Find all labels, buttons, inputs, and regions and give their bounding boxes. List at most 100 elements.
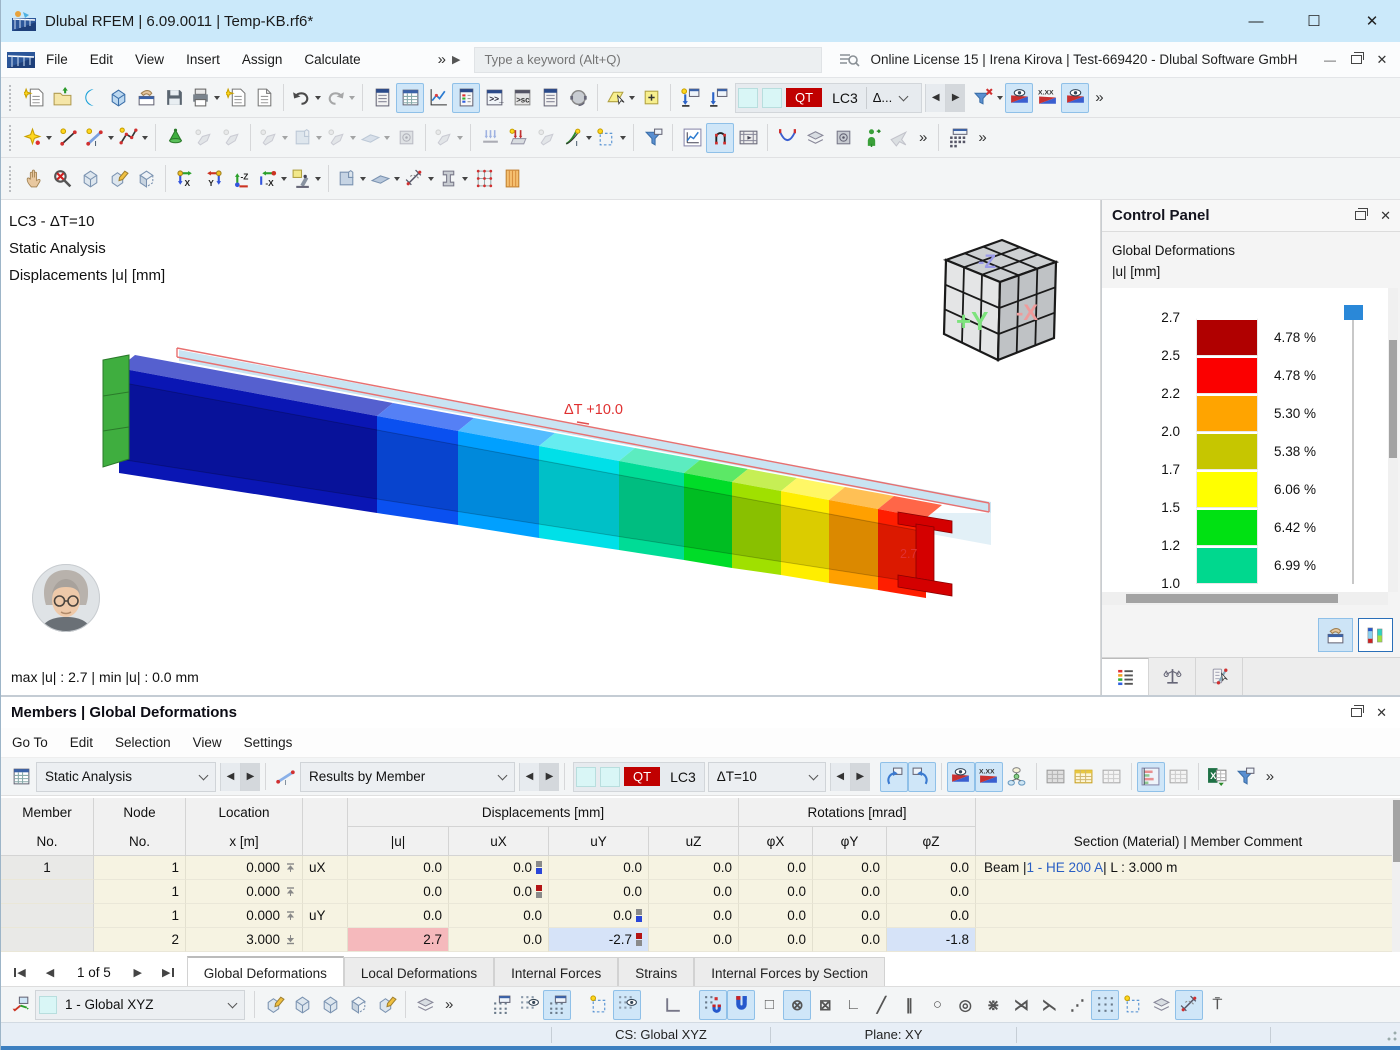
cell-member[interactable]	[1, 880, 94, 904]
new-imperfection-button[interactable]	[560, 123, 594, 153]
isometric-view-button[interactable]	[76, 164, 104, 194]
analysis-type-selector[interactable]: Static Analysis	[36, 762, 216, 792]
header-ux[interactable]: uX	[449, 827, 549, 856]
result-diagram-button[interactable]	[678, 123, 706, 153]
snap-midpoint-button[interactable]: ⋇	[979, 990, 1007, 1020]
result-next-button[interactable]: ▶	[539, 763, 559, 791]
menu-insert[interactable]: Insert	[175, 43, 231, 77]
new-member-hinge-button[interactable]	[217, 123, 245, 153]
pan-view-button[interactable]	[20, 164, 48, 194]
redo-button[interactable]	[323, 83, 357, 113]
edit-view-button[interactable]	[104, 164, 132, 194]
tab-internal-forces-by-section[interactable]: Internal Forces by Section	[694, 957, 885, 988]
table-compact-button[interactable]	[1098, 762, 1126, 792]
last-table-button[interactable]: ▶	[155, 960, 181, 984]
new-polyline-button[interactable]	[116, 123, 150, 153]
toolbar-grip[interactable]	[9, 166, 14, 192]
result-on-frame-button[interactable]	[706, 123, 734, 153]
script-console-button[interactable]	[508, 83, 536, 113]
cell-ux[interactable]: 0.0	[449, 856, 549, 880]
new-surface-load-button[interactable]	[532, 123, 560, 153]
sync-view-button[interactable]	[908, 762, 936, 792]
members-toolbar-overflow-icon[interactable]: »	[1260, 768, 1280, 785]
header-u[interactable]: |u|	[348, 827, 449, 856]
members-menu-goto[interactable]: Go To	[1, 726, 59, 760]
edit-scale-button[interactable]	[1358, 618, 1393, 652]
header-location-x[interactable]: x [m]	[186, 827, 303, 856]
cell-node[interactable]: 1	[94, 856, 186, 880]
table-row[interactable]: 1 0.000 uY 0.0 0.0 0.0 0.0 0.0 0.0 0.0	[1, 904, 1400, 928]
cell-uz[interactable]: 0.0	[649, 904, 739, 928]
layers-button[interactable]	[801, 123, 829, 153]
zoom-off-button[interactable]	[48, 164, 76, 194]
header-node[interactable]: Node	[94, 798, 186, 827]
panel-float-icon[interactable]	[1355, 211, 1366, 220]
console-panel-button[interactable]	[480, 83, 508, 113]
header-phiz[interactable]: φZ	[887, 827, 976, 856]
tab-filter-objects[interactable]	[1196, 658, 1243, 695]
cell-location[interactable]: 0.000	[186, 856, 303, 880]
cell-u-max[interactable]: 2.7	[348, 928, 449, 952]
new-plane-button[interactable]	[358, 123, 392, 153]
header-node-no[interactable]: No.	[94, 827, 186, 856]
header-uy[interactable]: uY	[549, 827, 649, 856]
cell-direction[interactable]	[303, 928, 348, 952]
tab-strains[interactable]: Strains	[618, 957, 694, 988]
cell-uy[interactable]: 0.0	[549, 880, 649, 904]
move-workplane-button[interactable]	[260, 990, 288, 1020]
menu-overflow-icon[interactable]: »	[432, 51, 452, 68]
view-neg-x-button[interactable]	[255, 164, 289, 194]
child-restore-icon[interactable]	[1343, 49, 1369, 71]
cell-phiy[interactable]: 0.0	[813, 880, 887, 904]
snap-intersection-button[interactable]: ⊠	[811, 990, 839, 1020]
new-line-support-button[interactable]	[189, 123, 217, 153]
reset-workplane-button[interactable]	[372, 990, 400, 1020]
next-table-button[interactable]: ▶	[125, 960, 151, 984]
cell-direction[interactable]: uY	[303, 904, 348, 928]
fly-mode-button[interactable]	[885, 123, 913, 153]
user-avatar[interactable]	[31, 563, 101, 633]
tab-global-deformations[interactable]: Global Deformations	[187, 956, 344, 988]
cell-u[interactable]: 0.0	[348, 880, 449, 904]
toolbar-grip[interactable]	[9, 85, 14, 111]
new-nodal-support-button[interactable]	[161, 123, 189, 153]
edit-note-button[interactable]	[637, 83, 665, 113]
table-chart-button[interactable]	[1137, 762, 1165, 792]
visibility-button[interactable]	[289, 164, 323, 194]
new-block-button[interactable]	[392, 123, 420, 153]
members-float-icon[interactable]	[1351, 708, 1362, 717]
report-button[interactable]	[250, 83, 278, 113]
tab-factors[interactable]	[1149, 658, 1196, 695]
show-results-button[interactable]	[1005, 83, 1033, 113]
resize-grip[interactable]	[1384, 1028, 1398, 1042]
child-minimize-icon[interactable]: —	[1317, 49, 1343, 71]
cell-uz[interactable]: 0.0	[649, 856, 739, 880]
print-button[interactable]	[188, 83, 222, 113]
table-row[interactable]: 2 3.000 2.7 0.0 -2.7 0.0 0.0 0.0 -1.8	[1, 928, 1400, 952]
cell-member[interactable]: 1	[1, 856, 94, 880]
dimensions-button[interactable]	[402, 164, 436, 194]
filter-results-button[interactable]	[971, 83, 1005, 113]
tab-color-scale[interactable]	[1102, 658, 1149, 695]
cell-node[interactable]: 1	[94, 904, 186, 928]
graphics-viewport[interactable]: LC3 - ΔT=10 Static Analysis Displacement…	[1, 200, 1101, 695]
cell-uy-min[interactable]: -2.7	[549, 928, 649, 952]
toolbar-grip[interactable]	[9, 125, 14, 151]
navcube-right-label[interactable]: -X	[1016, 300, 1038, 325]
snap-quadrant-button[interactable]: ◎	[951, 990, 979, 1020]
sync-selection-button[interactable]	[880, 762, 908, 792]
new-line-button[interactable]	[54, 123, 82, 153]
cell-location[interactable]: 0.000	[186, 904, 303, 928]
toolbar2-overflow-icon[interactable]: »	[913, 129, 933, 146]
selection-rect-button[interactable]	[1119, 990, 1147, 1020]
grid-button[interactable]	[487, 990, 515, 1020]
menu-expand-icon[interactable]: ▶	[452, 53, 460, 66]
section-display-button[interactable]	[436, 164, 470, 194]
view-z-button[interactable]	[227, 164, 255, 194]
guideline-show-button[interactable]	[613, 990, 641, 1020]
line-grid-button[interactable]	[1175, 990, 1203, 1020]
rotate-workplane-x-button[interactable]	[288, 990, 316, 1020]
cell-member[interactable]	[1, 904, 94, 928]
section-view-button[interactable]	[132, 164, 160, 194]
panel-vertical-scrollbar[interactable]	[1388, 288, 1398, 592]
